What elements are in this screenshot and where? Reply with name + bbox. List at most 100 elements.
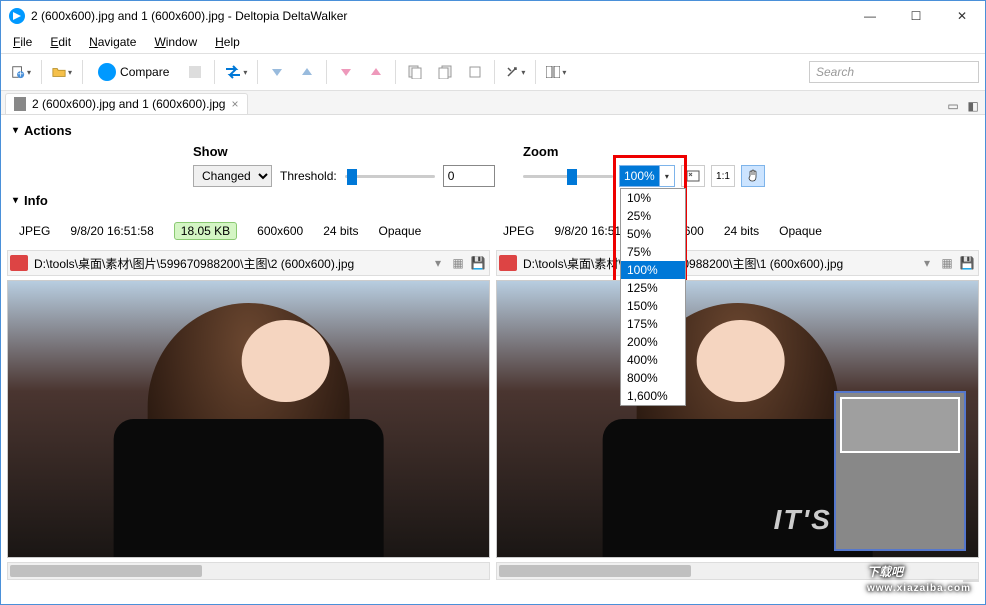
left-hscrollbar[interactable] [7, 562, 490, 580]
menu-file[interactable]: File [5, 33, 40, 51]
compare-button[interactable]: Compare [89, 62, 178, 82]
path-dropdown-icon[interactable]: ▾ [429, 254, 447, 272]
watermark: 下载吧 www.xiazaiba.com [867, 552, 971, 594]
svg-text:+: + [18, 68, 24, 79]
zoom-value: 100% [620, 166, 659, 186]
menu-navigate[interactable]: Navigate [81, 33, 144, 51]
info-alpha: Opaque [779, 224, 822, 238]
threshold-input[interactable] [443, 165, 495, 187]
browse-folder-icon[interactable]: ▦ [938, 254, 956, 272]
left-path-input[interactable]: D:\tools\桌面\素材\图片\599670988200\主图\2 (600… [30, 255, 427, 272]
search-input[interactable]: Search [809, 61, 979, 83]
navigator-viewport[interactable] [840, 397, 960, 453]
tabbar: 2 (600x600).jpg and 1 (600x600).jpg × ▭ … [1, 91, 985, 115]
nav-up-red-button[interactable] [363, 59, 389, 85]
show-mode-select[interactable]: Changed [193, 165, 272, 187]
tab-label: 2 (600x600).jpg and 1 (600x600).jpg [32, 97, 225, 111]
new-dropdown[interactable]: + [7, 59, 35, 85]
copy-right-button[interactable] [432, 59, 458, 85]
zoom-option[interactable]: 200% [621, 333, 685, 351]
info-section: Info [1, 191, 985, 218]
fit-button[interactable] [681, 165, 705, 187]
chevron-down-icon[interactable]: ▾ [659, 166, 674, 186]
one-to-one-button[interactable]: 1:1 [711, 165, 735, 187]
actions-heading[interactable]: Actions [13, 123, 973, 138]
info-date: 9/8/20 16:51:58 [70, 224, 153, 238]
browse-folder-icon[interactable]: ▦ [449, 254, 467, 272]
path-dropdown-icon[interactable]: ▾ [918, 254, 936, 272]
right-image-pane[interactable]: IT'S [496, 280, 979, 558]
zoom-option[interactable]: 75% [621, 243, 685, 261]
pan-hand-button[interactable] [741, 165, 765, 187]
tools-dropdown[interactable] [501, 59, 529, 85]
zoom-label: Zoom [523, 144, 793, 159]
document-tab[interactable]: 2 (600x600).jpg and 1 (600x600).jpg × [5, 93, 248, 114]
menu-edit[interactable]: Edit [42, 33, 79, 51]
zoom-option[interactable]: 1,600% [621, 387, 685, 405]
right-path-bar: D:\tools\桌面\素材\图片\599670988200\主图\1 (600… [496, 250, 979, 276]
info-right: JPEG 9/8/20 16:51:58 600x600 24 bits Opa… [503, 224, 967, 238]
show-label: Show [193, 144, 523, 159]
app-icon [9, 8, 25, 24]
zoom-option[interactable]: 10% [621, 189, 685, 207]
zoom-slider[interactable] [523, 166, 613, 186]
swap-dropdown[interactable] [221, 59, 251, 85]
titlebar: 2 (600x600).jpg and 1 (600x600).jpg - De… [1, 1, 985, 31]
copy-all-button[interactable] [462, 59, 488, 85]
zoom-option[interactable]: 125% [621, 279, 685, 297]
info-row: JPEG 9/8/20 16:51:58 18.05 KB 600x600 24… [1, 218, 985, 250]
zoom-option[interactable]: 800% [621, 369, 685, 387]
zoom-option[interactable]: 150% [621, 297, 685, 315]
zoom-combo[interactable]: 100% ▾ 10%25%50%75%100%125%150%175%200%4… [619, 165, 675, 187]
actions-section: Actions Show Changed Threshold: Zoom [1, 115, 985, 191]
maximize-panel-icon[interactable]: ◧ [965, 98, 981, 114]
info-left: JPEG 9/8/20 16:51:58 18.05 KB 600x600 24… [19, 222, 483, 240]
left-image-pane[interactable] [7, 280, 490, 558]
save-icon[interactable]: 💾 [469, 254, 487, 272]
save-icon[interactable]: 💾 [958, 254, 976, 272]
document-icon [14, 97, 26, 111]
close-button[interactable]: ✕ [939, 1, 985, 31]
info-size-badge: 18.05 KB [174, 222, 237, 240]
layout-dropdown[interactable] [542, 59, 570, 85]
info-heading[interactable]: Info [13, 193, 973, 208]
stop-button[interactable] [182, 59, 208, 85]
right-path-input[interactable]: D:\tools\桌面\素材\图片\599670988200\主图\1 (600… [519, 255, 916, 272]
zoom-option[interactable]: 25% [621, 207, 685, 225]
threshold-slider[interactable] [345, 166, 435, 186]
path-row: D:\tools\桌面\素材\图片\599670988200\主图\2 (600… [1, 250, 985, 280]
shirt-text: IT'S [774, 504, 832, 536]
minimize-button[interactable]: — [847, 1, 893, 31]
info-format: JPEG [503, 224, 534, 238]
minimize-panel-icon[interactable]: ▭ [945, 98, 961, 114]
menu-help[interactable]: Help [207, 33, 248, 51]
info-dims: 600x600 [257, 224, 303, 238]
info-alpha: Opaque [379, 224, 422, 238]
image-file-icon [10, 255, 28, 271]
maximize-button[interactable]: ☐ [893, 1, 939, 31]
threshold-label: Threshold: [280, 169, 337, 183]
image-compare-area: IT'S [1, 280, 985, 558]
tab-close-icon[interactable]: × [231, 97, 238, 111]
nav-down-red-button[interactable] [333, 59, 359, 85]
info-depth: 24 bits [323, 224, 358, 238]
menubar: File Edit Navigate Window Help [1, 31, 985, 53]
zoom-option[interactable]: 50% [621, 225, 685, 243]
nav-up-button[interactable] [294, 59, 320, 85]
info-depth: 24 bits [724, 224, 759, 238]
menu-window[interactable]: Window [146, 33, 205, 51]
navigator-thumbnail[interactable] [834, 391, 966, 551]
window-title: 2 (600x600).jpg and 1 (600x600).jpg - De… [31, 9, 847, 23]
zoom-option[interactable]: 100% [621, 261, 685, 279]
open-dropdown[interactable] [48, 59, 76, 85]
copy-left-button[interactable] [402, 59, 428, 85]
nav-down-button[interactable] [264, 59, 290, 85]
compare-icon [98, 63, 116, 81]
zoom-dropdown: 10%25%50%75%100%125%150%175%200%400%800%… [620, 188, 686, 406]
info-format: JPEG [19, 224, 50, 238]
zoom-option[interactable]: 175% [621, 315, 685, 333]
compare-label: Compare [120, 65, 169, 79]
image-file-icon [499, 255, 517, 271]
zoom-option[interactable]: 400% [621, 351, 685, 369]
left-path-bar: D:\tools\桌面\素材\图片\599670988200\主图\2 (600… [7, 250, 490, 276]
